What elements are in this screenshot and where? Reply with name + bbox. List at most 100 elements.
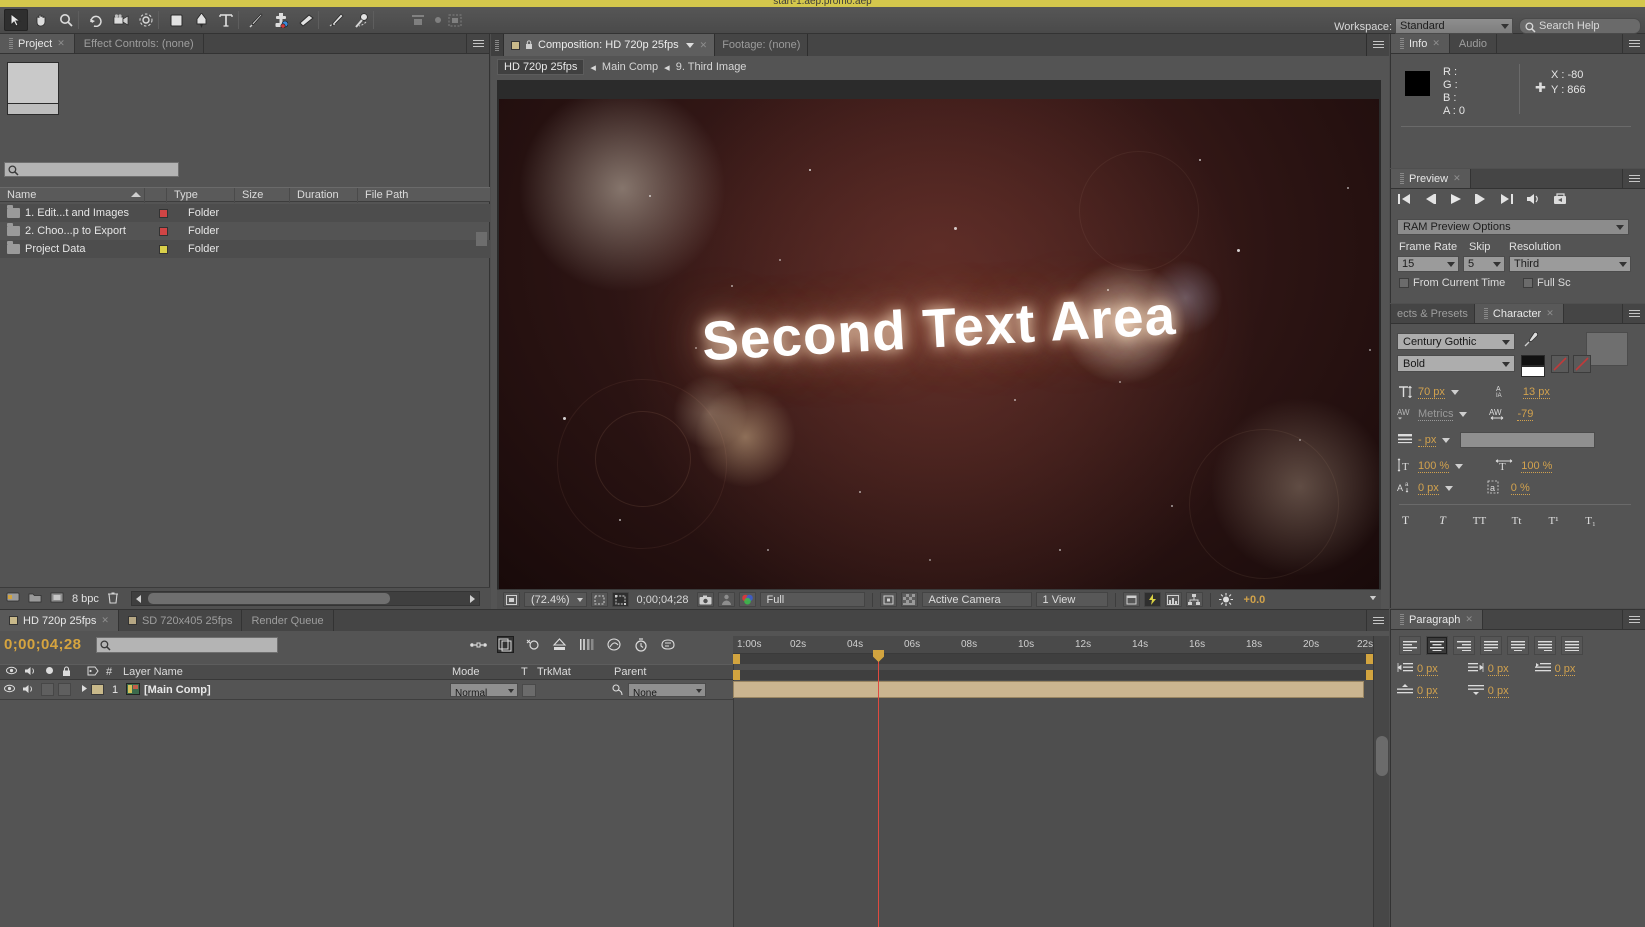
tab-hd-720p[interactable]: HD 720p 25fps ✕ <box>0 610 119 631</box>
skip-select[interactable]: 5 <box>1463 256 1505 272</box>
indent-first-value[interactable]: 0 px <box>1554 663 1576 676</box>
align-left-button[interactable] <box>1399 636 1421 655</box>
from-current-time-checkbox[interactable]: From Current Time <box>1399 277 1505 289</box>
tracking-value[interactable]: -79 <box>1517 408 1534 421</box>
label-color-chip[interactable] <box>159 244 168 254</box>
timeline-current-time[interactable]: 0;00;04;28 <box>4 636 81 653</box>
all-caps-button[interactable]: TT <box>1471 512 1488 529</box>
composition-timecode[interactable]: 0;00;04;28 <box>633 594 693 606</box>
workspace-select[interactable]: Standard <box>1395 18 1513 34</box>
enable-motion-blur-icon[interactable] <box>578 636 595 653</box>
show-snapshot-button[interactable] <box>717 592 735 607</box>
faux-italic-button[interactable]: T <box>1434 512 1451 529</box>
scroll-left-arrow-icon[interactable] <box>136 595 141 603</box>
timeline-search-input[interactable] <box>96 637 278 653</box>
selection-tool[interactable] <box>4 9 28 31</box>
tab-paragraph[interactable]: Paragraph ✕ <box>1391 610 1483 629</box>
show-channel-button[interactable] <box>738 592 756 607</box>
layer-video-toggle[interactable] <box>4 684 15 696</box>
type-tool[interactable] <box>214 9 238 31</box>
small-caps-button[interactable]: Tt <box>1508 512 1525 529</box>
zoom-level-select[interactable]: (72.4%) <box>524 592 587 607</box>
enable-frame-blending-icon[interactable] <box>551 636 568 653</box>
first-frame-button[interactable] <box>1397 193 1411 208</box>
transparency-grid-button[interactable] <box>900 592 918 607</box>
label-color-chip[interactable] <box>159 226 168 236</box>
close-icon[interactable]: ✕ <box>101 615 109 626</box>
ram-preview-button[interactable] <box>1553 193 1568 208</box>
table-row[interactable]: 1 [Main Comp] Normal None <box>0 681 733 700</box>
toggle-mask-paths-button[interactable] <box>611 592 629 607</box>
label-color-chip[interactable] <box>159 208 168 218</box>
puppet-pin-tool[interactable] <box>349 9 373 31</box>
column-label-swatch[interactable] <box>145 188 167 203</box>
parent-pickwhip-icon[interactable] <box>612 684 623 698</box>
toggle-transparency-grid-button[interactable] <box>879 592 897 607</box>
audio-toggle-header-icon[interactable] <box>24 666 37 679</box>
tab-preview[interactable]: Preview ✕ <box>1391 169 1471 188</box>
layer-expand-arrow-icon[interactable] <box>80 684 89 696</box>
work-area-end-handle[interactable] <box>1366 670 1373 680</box>
tab-audio[interactable]: Audio <box>1449 34 1498 53</box>
panel-grip[interactable] <box>491 34 504 56</box>
auto-keyframe-icon[interactable] <box>632 636 649 653</box>
region-of-interest-button[interactable] <box>590 592 608 607</box>
camera-tool[interactable] <box>109 9 133 31</box>
preview-panel-menu-button[interactable] <box>1623 169 1645 188</box>
lock-toggle-header-icon[interactable] <box>62 666 71 680</box>
baseline-shift-value[interactable]: 0 px <box>1418 482 1439 495</box>
layer-audio-toggle[interactable] <box>22 684 35 697</box>
vertical-scale-value[interactable]: 100 % <box>1418 460 1450 473</box>
label-column-header-icon[interactable] <box>87 666 99 679</box>
exposure-value[interactable]: +0.0 <box>1244 594 1266 606</box>
next-frame-button[interactable] <box>1474 193 1488 208</box>
brainstorm-icon[interactable] <box>659 636 676 653</box>
project-row[interactable]: 2. Choo...p to Export Folder <box>0 222 490 240</box>
zoom-tool[interactable] <box>54 9 78 31</box>
snapshot-button[interactable] <box>696 592 714 607</box>
new-composition-icon[interactable] <box>50 592 64 606</box>
close-icon[interactable]: ✕ <box>57 38 65 49</box>
comp-flowchart-button[interactable] <box>1185 592 1203 607</box>
font-size-value[interactable]: 70 px <box>1418 386 1445 399</box>
tab-footage[interactable]: Footage: (none) <box>715 34 809 56</box>
font-family-select[interactable]: Century Gothic <box>1397 332 1515 350</box>
subscript-button[interactable]: T₁ <box>1582 512 1599 529</box>
superscript-button[interactable]: T¹ <box>1545 512 1562 529</box>
work-area-bar-lower[interactable] <box>733 670 1373 680</box>
paragraph-panel-menu-button[interactable] <box>1623 610 1645 629</box>
indent-right-value[interactable]: 0 px <box>1487 663 1509 676</box>
layer-duration-bar[interactable] <box>733 681 1364 698</box>
layer-lock-toggle[interactable] <box>58 683 71 696</box>
tsume-value[interactable]: 0 % <box>1510 482 1530 495</box>
hide-shy-layers-icon[interactable] <box>524 636 541 653</box>
brush-tool[interactable] <box>244 9 268 31</box>
character-panel-menu-button[interactable] <box>1623 304 1645 323</box>
work-area-start-handle[interactable] <box>733 654 740 664</box>
info-panel-menu-button[interactable] <box>1623 34 1645 53</box>
chevron-down-icon[interactable] <box>1450 390 1459 395</box>
column-index[interactable]: # <box>106 666 112 678</box>
resolution-select[interactable]: Full <box>759 592 1376 607</box>
column-mode[interactable]: Mode <box>452 666 480 678</box>
previous-frame-button[interactable] <box>1423 193 1437 208</box>
breadcrumb-item-0[interactable]: HD 720p 25fps <box>497 59 585 75</box>
space-after-value[interactable]: 0 px <box>1487 685 1509 698</box>
justify-last-left-button[interactable] <box>1480 636 1502 655</box>
layer-label-color[interactable] <box>91 684 104 695</box>
layer-solo-toggle[interactable] <box>41 683 54 696</box>
work-area-bar[interactable] <box>733 654 1373 664</box>
current-time-indicator[interactable] <box>878 654 879 927</box>
shape-tool[interactable] <box>164 9 188 31</box>
tab-composition[interactable]: Composition: HD 720p 25fps ✕ <box>504 34 716 56</box>
breadcrumb-item-1[interactable]: Main Comp <box>602 61 658 73</box>
ram-preview-options-select[interactable]: RAM Preview Options <box>1397 219 1629 235</box>
faux-bold-button[interactable]: T <box>1397 512 1414 529</box>
layer-parent-select[interactable]: None <box>628 683 706 699</box>
interpret-footage-icon[interactable] <box>6 591 20 606</box>
project-panel-menu-button[interactable] <box>467 34 489 53</box>
close-icon[interactable]: ✕ <box>1453 173 1461 184</box>
close-icon[interactable]: ✕ <box>1465 614 1473 625</box>
chevron-down-icon[interactable] <box>1442 437 1451 443</box>
bit-depth-label[interactable]: 8 bpc <box>72 593 99 605</box>
